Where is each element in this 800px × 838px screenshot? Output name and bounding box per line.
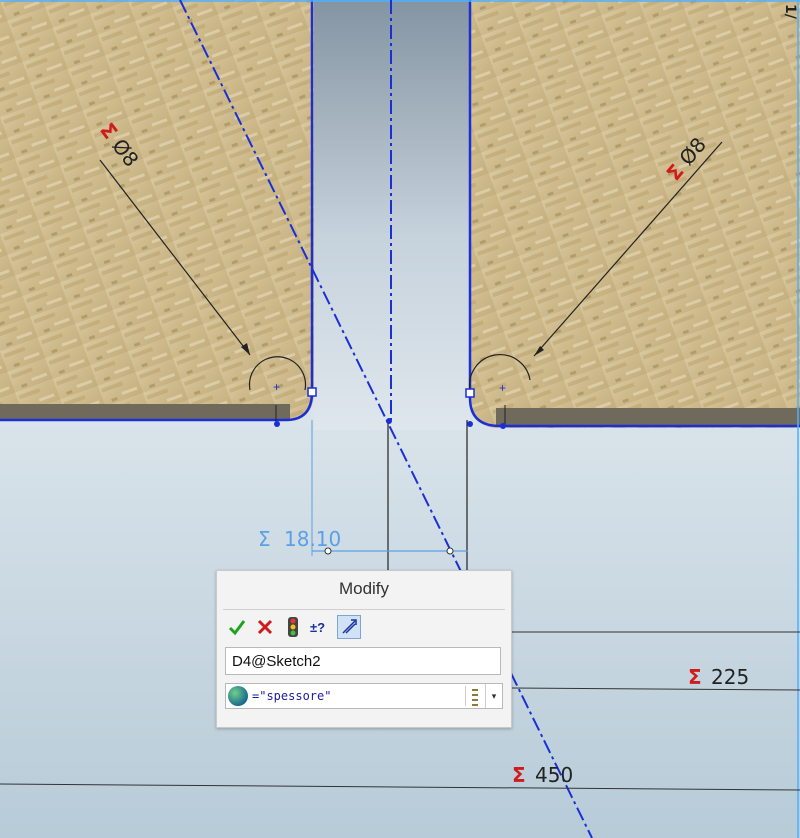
width-dimension-value[interactable]: 18.10 [284,527,341,551]
modify-dialog[interactable]: Modify ±? D4@Sketch2 ="spessore" ▾ [216,570,512,728]
mark-dimension-button[interactable] [337,615,361,639]
corner-dimension-text: 1/ [782,4,798,20]
dialog-title: Modify [338,579,390,598]
plus-minus-question-icon: ±? [310,620,325,635]
center-point [386,418,392,424]
reverse-sense-button[interactable]: ±? [309,615,333,639]
right-corner-point[interactable] [465,388,475,398]
slot-gap [314,0,470,430]
global-variable-icon[interactable] [228,686,248,706]
corner-dimension: 1/ [782,4,798,20]
title-separator [223,609,505,610]
dialog-toolbar: ±? [225,615,361,641]
right-fillet-point [500,423,506,429]
left-panel-edge [0,404,290,420]
right-edge-point [467,421,473,427]
right-wood-panel [470,0,800,428]
horizontal-line-450 [0,783,800,791]
dim-225-sigma: Σ [688,665,702,689]
dim-handle-right[interactable] [446,547,454,555]
dim-450-sigma: Σ [512,763,526,787]
dimension-mark-icon [342,619,357,634]
horizontal-line-225 [511,687,800,691]
dim-450-value[interactable]: 450 [535,763,573,787]
dim-225-value[interactable]: 225 [711,665,749,689]
checkmark-icon [228,620,246,636]
left-fillet-center-mark: + [273,380,280,394]
left-corner-point[interactable] [307,387,317,397]
svg-text:±?: ±? [310,620,325,635]
x-icon [257,619,273,635]
right-fillet-center-mark: + [499,381,506,395]
left-fillet-point [274,421,280,427]
ok-button[interactable] [225,615,249,639]
right-panel-edge [496,408,800,426]
dimension-name-field[interactable]: D4@Sketch2 [225,647,501,675]
left-wood-panel [0,0,314,420]
value-input-row[interactable]: ="spessore" ▾ [225,683,503,709]
cancel-button[interactable] [253,615,277,639]
value-input[interactable]: ="spessore" [252,684,331,708]
value-dropdown-button[interactable]: ▾ [485,684,502,708]
traffic-light-icon [288,617,298,637]
width-dimension-sigma: Σ [258,527,271,551]
units-icon[interactable] [465,686,484,706]
rebuild-button[interactable] [281,615,305,639]
